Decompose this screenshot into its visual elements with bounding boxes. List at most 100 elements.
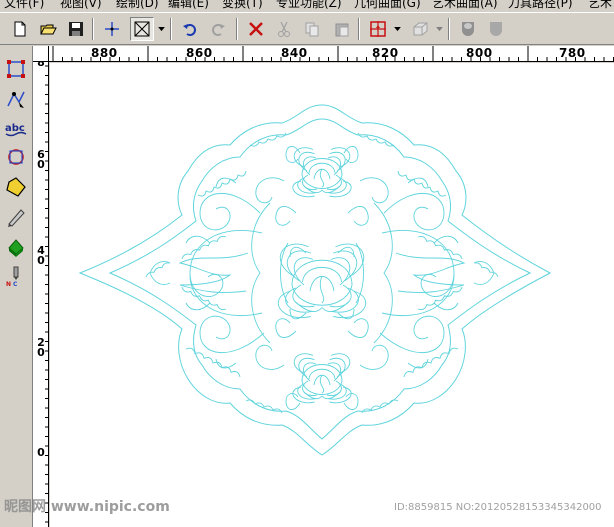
peony-top <box>298 151 315 172</box>
redo-button[interactable] <box>206 17 230 41</box>
paste-icon <box>335 23 349 37</box>
toolbar-separator <box>92 18 94 40</box>
menu-file[interactable]: 文件(F) <box>4 0 44 11</box>
acanthus-leaf <box>347 206 369 226</box>
acanthus-leaf <box>359 344 389 370</box>
sculpt-tool[interactable] <box>3 204 29 230</box>
peony-bottom <box>313 374 331 386</box>
menu-geometry-surface[interactable]: 几何曲面(G) <box>354 0 421 11</box>
acanthus-leaf <box>289 246 307 258</box>
peony-center <box>286 250 311 282</box>
menu-edit[interactable]: 编辑(E) <box>168 0 209 11</box>
copy-button[interactable] <box>300 17 324 41</box>
app-window: 文件(F) 视图(V) 绘制(D) 编辑(E) 变换(T) 专业功能(Z) 几何… <box>0 0 614 527</box>
open-folder-icon <box>40 24 57 35</box>
acanthus-leaf <box>255 344 285 370</box>
menu-pro[interactable]: 专业功能(Z) <box>276 0 342 11</box>
peony-bottom <box>329 357 346 378</box>
snap-button[interactable] <box>366 17 390 41</box>
peony-center <box>309 275 335 292</box>
ruler-corner <box>33 46 49 62</box>
toolbar-separator <box>448 18 450 40</box>
3d-view-dropdown[interactable] <box>434 17 444 41</box>
rectangle-select-icon <box>134 21 150 37</box>
node-edit-button[interactable] <box>100 17 124 41</box>
chevron-down-icon <box>157 26 165 31</box>
menu-view[interactable]: 视图(V) <box>60 0 102 11</box>
ruler-v-label: 2 0 <box>37 336 45 359</box>
paste-button[interactable] <box>330 17 354 41</box>
text-tool-icon: abc <box>5 123 27 137</box>
svg-text:N: N <box>6 281 11 288</box>
peony-top <box>308 162 336 174</box>
vertical-ruler[interactable]: 8 6 0 4 0 2 0 0 <box>33 46 49 527</box>
svg-text:C: C <box>13 281 18 288</box>
acanthus-leaf <box>343 146 359 163</box>
select-rect-tool[interactable] <box>3 56 29 82</box>
undo-button[interactable] <box>178 17 202 41</box>
drawing-canvas[interactable] <box>50 63 614 527</box>
3d-view-icon <box>413 22 428 36</box>
delete-icon <box>249 22 263 36</box>
snap-dropdown[interactable] <box>392 17 402 41</box>
new-file-icon <box>14 21 26 37</box>
floral-ornament-drawing[interactable] <box>50 63 614 527</box>
new-file-button[interactable] <box>8 17 32 41</box>
nc-tool-icon: NC <box>6 266 19 288</box>
toolbar-separator <box>358 18 360 40</box>
3d-view-button[interactable] <box>408 17 432 41</box>
menu-transform[interactable]: 变换(T) <box>222 0 263 11</box>
rectangle-select-button[interactable] <box>130 17 154 41</box>
leaf-fringe <box>185 347 241 378</box>
transform-tool[interactable] <box>3 144 29 170</box>
menubar: 文件(F) 视图(V) 绘制(D) 编辑(E) 变换(T) 专业功能(Z) 几何… <box>0 0 614 12</box>
watermark-id: ID:8859815 NO:20120528153345342000 <box>394 502 602 513</box>
polygon-tool[interactable] <box>3 174 29 200</box>
text-tool[interactable]: abc <box>3 116 29 142</box>
peony-center <box>319 275 325 304</box>
peony-bottom <box>297 383 316 400</box>
chevron-down-icon <box>435 26 443 31</box>
save-button[interactable] <box>64 17 88 41</box>
relief-tool-icon <box>8 239 24 257</box>
open-file-button[interactable] <box>36 17 60 41</box>
delete-button[interactable] <box>244 17 268 41</box>
transform-tool-icon <box>8 149 24 165</box>
undo-icon <box>183 24 196 36</box>
ruler-h-label: 820 <box>372 46 399 60</box>
select-mode-dropdown[interactable] <box>156 17 166 41</box>
ruler-v-label: 0 <box>37 446 45 459</box>
acanthus-leaf <box>275 318 297 338</box>
node-edit-tool-icon <box>7 91 25 108</box>
shield-relief-button[interactable] <box>484 17 508 41</box>
acanthus-leaf <box>215 177 237 188</box>
node-edit-tool[interactable] <box>3 86 29 112</box>
acanthus-leaf <box>381 229 455 297</box>
save-icon <box>69 22 83 36</box>
acanthus-leaf <box>373 202 393 344</box>
acanthus-leaf <box>275 206 297 226</box>
relief-tool[interactable] <box>3 234 29 260</box>
main-toolbar <box>0 12 614 45</box>
ruler-h-label: 800 <box>466 46 493 60</box>
menu-draw[interactable]: 绘制(D) <box>116 0 159 11</box>
menu-toolpath[interactable]: 刀具路径(P) <box>508 0 573 11</box>
peony-bottom <box>328 383 347 400</box>
peony-top <box>292 180 315 198</box>
horizontal-ruler[interactable]: 880 860 840 820 800 780 <box>49 46 614 62</box>
toolbar-separator <box>170 18 172 40</box>
shaded-relief-button[interactable] <box>456 17 480 41</box>
acanthus-leaf <box>473 261 495 285</box>
toolbar-separator <box>236 18 238 40</box>
acanthus-leaf <box>433 302 459 311</box>
menu-art-surface[interactable]: 艺术曲面(A) <box>432 0 498 11</box>
nc-tool[interactable]: NC <box>3 264 29 290</box>
snap-icon <box>370 21 386 37</box>
peony-bottom <box>319 374 325 394</box>
peony-top <box>329 151 346 172</box>
acanthus-leaf <box>255 177 285 204</box>
menu-art-more[interactable]: 艺术 <box>588 0 612 11</box>
polygon-tool-icon <box>6 177 26 197</box>
acanthus-leaf <box>149 261 171 285</box>
cut-button[interactable] <box>272 17 296 41</box>
